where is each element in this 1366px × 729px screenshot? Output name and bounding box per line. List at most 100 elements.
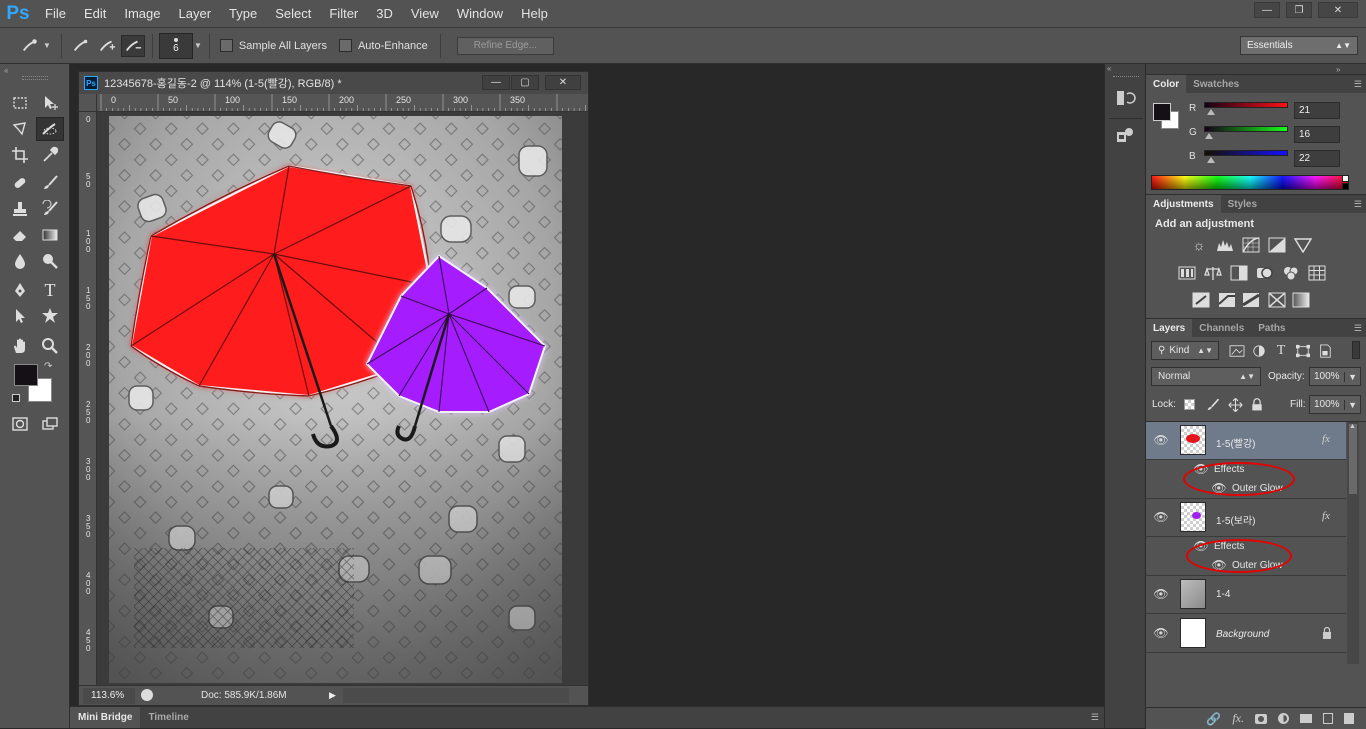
channel-mixer-icon[interactable] [1282, 265, 1300, 281]
black-white-icon[interactable] [1230, 265, 1248, 281]
menu-filter[interactable]: Filter [320, 0, 367, 28]
quick-mask-button[interactable] [6, 412, 34, 436]
status-info-icon[interactable] [141, 689, 153, 701]
filter-type-icon[interactable]: T [1272, 343, 1290, 359]
close-button[interactable]: ✕ [1318, 2, 1358, 18]
properties-panel-button[interactable] [1114, 126, 1136, 146]
healing-brush-tool[interactable] [6, 171, 34, 195]
swap-colors-icon[interactable]: ↷ [44, 361, 52, 372]
lock-position-icon[interactable] [1226, 397, 1244, 413]
menu-view[interactable]: View [402, 0, 448, 28]
eyedropper-tool[interactable] [36, 143, 64, 167]
crop-tool[interactable] [6, 143, 34, 167]
menu-help[interactable]: Help [512, 0, 557, 28]
hand-tool[interactable] [6, 334, 34, 358]
layer-row[interactable]: 👁 1-4 [1146, 576, 1346, 614]
foreground-color-swatch[interactable] [14, 364, 38, 386]
menu-layer[interactable]: Layer [170, 0, 221, 28]
quick-selection-tool[interactable] [36, 117, 64, 141]
tab-mini-bridge[interactable]: Mini Bridge [70, 707, 141, 728]
fill-field[interactable]: 100% ▼ [1309, 395, 1361, 414]
link-layers-icon[interactable]: 🔗 [1206, 712, 1221, 726]
panel-grip[interactable] [1113, 76, 1139, 79]
brightness-icon[interactable]: ☼ [1190, 237, 1208, 253]
menu-3d[interactable]: 3D [367, 0, 402, 28]
filter-shape-icon[interactable] [1294, 343, 1312, 359]
red-slider-thumb[interactable] [1206, 109, 1215, 115]
tab-styles[interactable]: Styles [1221, 195, 1264, 213]
filter-toggle[interactable] [1352, 341, 1360, 359]
add-mask-icon[interactable] [1255, 713, 1267, 724]
blur-tool[interactable] [6, 249, 34, 273]
panel-grip[interactable] [22, 76, 48, 80]
scroll-up-icon[interactable]: ▲ [1349, 423, 1356, 430]
eye-icon[interactable]: 👁 [1153, 626, 1168, 640]
selective-color-icon[interactable] [1268, 292, 1286, 308]
pen-tool[interactable] [6, 278, 34, 302]
auto-enhance-checkbox[interactable] [338, 39, 352, 52]
workspace-switcher[interactable]: Essentials ▲▼ [1240, 36, 1358, 55]
filter-smart-object-icon[interactable] [1316, 343, 1334, 359]
blue-slider-thumb[interactable] [1207, 157, 1216, 163]
panel-menu-icon[interactable]: ☰ [1354, 323, 1362, 334]
lock-transparent-icon[interactable] [1184, 399, 1195, 410]
dodge-tool[interactable] [36, 249, 64, 273]
ruler-origin[interactable] [79, 94, 97, 112]
canvas-area[interactable] [97, 112, 588, 685]
menu-select[interactable]: Select [266, 0, 320, 28]
color-balance-icon[interactable] [1204, 265, 1222, 281]
history-brush-tool[interactable] [36, 197, 64, 221]
opacity-field[interactable]: 100% ▼ [1309, 367, 1361, 386]
eye-icon[interactable]: 👁 [1153, 433, 1168, 447]
brush-size-picker[interactable]: 6 ▼ [158, 32, 202, 59]
sample-all-layers-checkbox[interactable] [219, 39, 233, 52]
new-layer-icon[interactable] [1323, 713, 1333, 724]
move-tool[interactable] [36, 91, 64, 115]
panel-menu-icon[interactable]: ☰ [1354, 199, 1362, 210]
menu-edit[interactable]: Edit [75, 0, 115, 28]
tab-color[interactable]: Color [1146, 75, 1187, 93]
path-selection-tool[interactable] [6, 304, 34, 328]
zoom-level-field[interactable]: 113.6% [83, 687, 135, 704]
filter-pixel-icon[interactable] [1228, 343, 1246, 359]
layers-scrollbar[interactable]: ▲ [1347, 422, 1359, 664]
tab-layers[interactable]: Layers [1146, 319, 1193, 337]
menu-window[interactable]: Window [448, 0, 512, 28]
marquee-tool[interactable] [6, 91, 34, 115]
fx-icon[interactable]: fx [1322, 510, 1330, 522]
vibrance-icon[interactable] [1294, 237, 1312, 253]
screen-mode-button[interactable] [36, 412, 64, 436]
panel-menu-icon[interactable]: ☰ [1091, 712, 1099, 723]
subtract-from-selection-button[interactable] [120, 34, 145, 57]
trash-icon[interactable] [1344, 713, 1354, 724]
gradient-tool[interactable] [36, 223, 64, 247]
clone-stamp-tool[interactable] [6, 197, 34, 221]
horizontal-ruler[interactable]: 0 50 100 150 200 250 300 350 [97, 94, 588, 112]
new-selection-button[interactable] [69, 35, 93, 57]
scrollbar-thumb[interactable] [1349, 424, 1357, 494]
posterize-icon[interactable] [1218, 292, 1236, 308]
vertical-ruler[interactable]: 0 5 0 1 0 0 1 5 0 2 0 0 2 5 0 3 0 0 3 5 … [79, 112, 97, 685]
eye-icon[interactable]: 👁 [1153, 510, 1168, 524]
exposure-icon[interactable] [1268, 237, 1286, 253]
layer-row[interactable]: 👁 1-5(보라) fx [1146, 499, 1346, 537]
menu-type[interactable]: Type [220, 0, 266, 28]
lock-all-icon[interactable] [1248, 397, 1266, 413]
red-value-field[interactable]: 21 [1294, 102, 1340, 119]
horizontal-scrollbar[interactable] [343, 688, 569, 703]
red-slider[interactable] [1204, 102, 1288, 108]
fx-icon[interactable]: fx. [1232, 711, 1244, 726]
lasso-tool[interactable] [6, 117, 34, 141]
collapse-arrows-icon[interactable]: » [1336, 65, 1340, 74]
new-adjustment-icon[interactable] [1278, 713, 1289, 724]
tab-adjustments[interactable]: Adjustments [1146, 195, 1221, 213]
layer-row[interactable]: 👁 1-5(빨강) fx [1146, 422, 1346, 460]
restore-button[interactable]: ❐ [1286, 2, 1312, 18]
brush-tool[interactable] [36, 171, 64, 195]
hue-saturation-icon[interactable] [1178, 265, 1196, 281]
shape-tool[interactable] [36, 304, 64, 328]
panel-menu-icon[interactable]: ☰ [1354, 79, 1362, 90]
foreground-color-chip[interactable] [1153, 103, 1171, 121]
add-to-selection-button[interactable] [95, 35, 119, 57]
curves-icon[interactable] [1242, 237, 1260, 253]
